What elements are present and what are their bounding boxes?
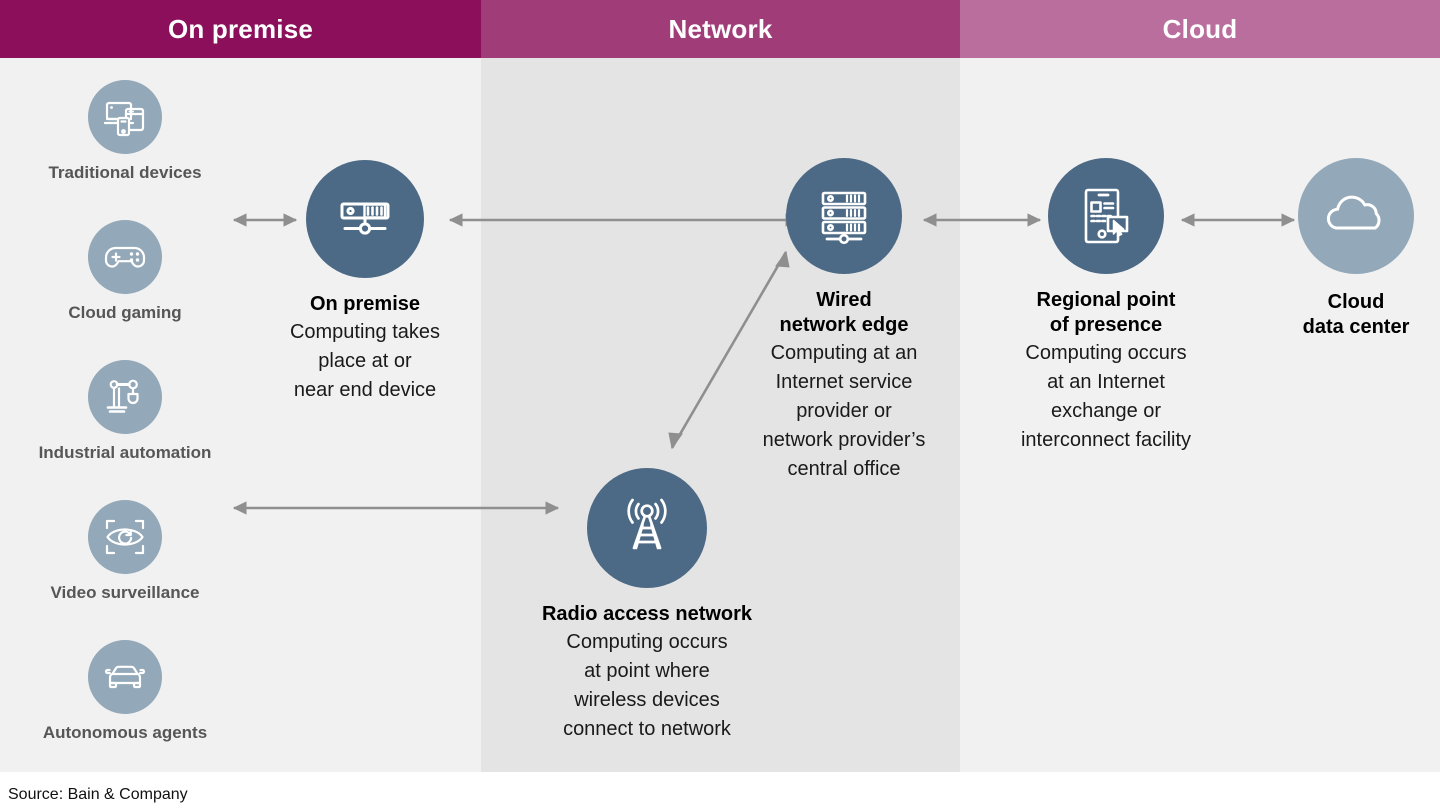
node-description: Computing takes place at or near end devic… (289, 320, 441, 401)
band-header-on-premise-label: On premise (167, 13, 314, 44)
device-item-cloud-gaming[interactable]: Cloud gaming (0, 220, 250, 323)
car-icon (88, 640, 162, 714)
cloud-icon (1298, 158, 1414, 274)
tablet-cursor-icon (1048, 158, 1164, 274)
server-unit-icon (306, 160, 424, 278)
device-label: Traditional devices (48, 163, 202, 182)
node-title: On premise (309, 293, 421, 315)
node-title: Cloud data center (1302, 291, 1410, 338)
node-title: Regional point of presence (1036, 289, 1176, 336)
source-note: Source: Bain & Company (8, 786, 188, 803)
band-header-cloud: Cloud (960, 0, 1440, 58)
node-description: Computing occurs at an Internet exchange o… (1020, 341, 1192, 451)
node-wired-network-edge[interactable]: Wired network edge Computing at an Interne… (730, 158, 958, 484)
device-item-video-surveillance[interactable]: Video surveillance (0, 500, 250, 603)
node-title: Wired network edge (779, 289, 909, 336)
node-on-premise[interactable]: On premise Computing takes place at or nea… (245, 160, 485, 405)
node-cloud-data-center[interactable]: Cloud data center (1272, 158, 1440, 340)
band-header-network-label: Network (668, 13, 773, 44)
device-item-industrial-automation[interactable]: Industrial automation (0, 360, 250, 463)
band-header-network: Network (481, 0, 960, 58)
diagram-canvas: On premise Network Cloud Traditional dev… (0, 0, 1440, 810)
device-label: Autonomous agents (42, 723, 208, 742)
node-radio-access-network[interactable]: Radio access network Computing occurs at … (516, 468, 778, 744)
device-item-autonomous-agents[interactable]: Autonomous agents (0, 640, 250, 743)
device-label: Video surveillance (50, 583, 200, 602)
node-description: Computing at an Internet service provider … (762, 341, 926, 480)
devices-icon (88, 80, 162, 154)
robot-arm-icon (88, 360, 162, 434)
device-item-traditional-devices[interactable]: Traditional devices (0, 80, 250, 183)
device-label: Industrial automation (38, 443, 212, 462)
radio-tower-icon (587, 468, 707, 588)
gamepad-icon (88, 220, 162, 294)
band-header-cloud-label: Cloud (1162, 13, 1238, 44)
eye-scan-icon (88, 500, 162, 574)
node-description: Computing occurs at point where wireless d… (563, 630, 731, 740)
band-header-on-premise: On premise (0, 0, 481, 58)
node-title: Radio access network (541, 603, 753, 625)
device-label: Cloud gaming (68, 303, 182, 322)
node-regional-point-of-presence[interactable]: Regional point of presence Computing occu… (988, 158, 1224, 455)
server-rack-icon (786, 158, 902, 274)
